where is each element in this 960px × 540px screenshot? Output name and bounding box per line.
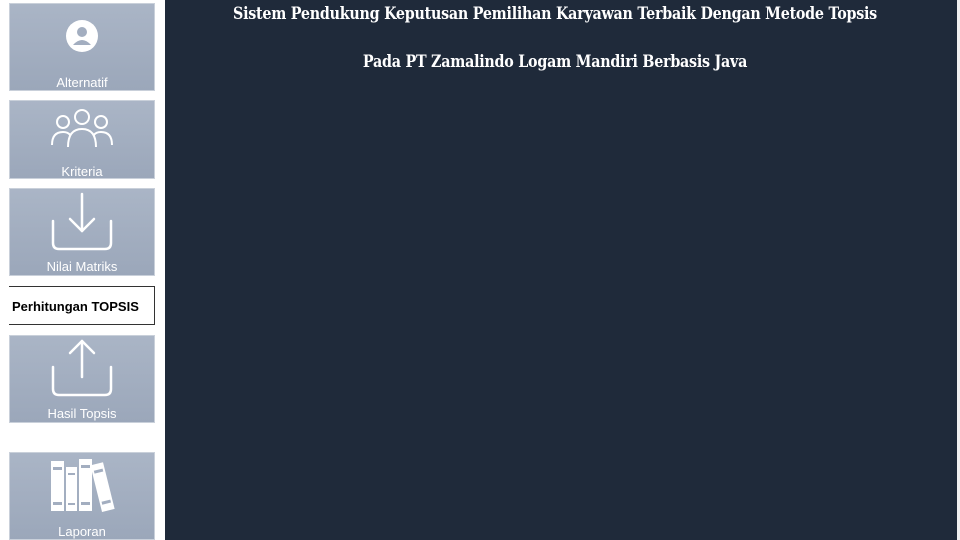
download-icon <box>10 191 154 251</box>
sidebar-item-label: Kriteria <box>61 164 103 179</box>
sidebar-item-label: Laporan <box>58 524 106 539</box>
sidebar-item-label: Alternatif <box>56 75 108 90</box>
sidebar-item-hasil-topsis[interactable]: Hasil Topsis <box>9 335 155 423</box>
sidebar-item-alternatif[interactable]: Alternatif <box>9 3 155 91</box>
users-group-icon <box>10 107 154 149</box>
sidebar-item-kriteria[interactable]: Kriteria <box>9 100 155 179</box>
user-circle-icon <box>10 19 154 53</box>
sidebar-item-perhitungan-topsis[interactable]: Perhitungan TOPSIS <box>9 286 155 325</box>
sidebar-item-label: Hasil Topsis <box>47 406 117 421</box>
sidebar-item-laporan[interactable]: Laporan <box>9 452 155 540</box>
books-icon <box>10 457 154 513</box>
page-title: Sistem Pendukung Keputusan Pemilihan Kar… <box>233 4 877 24</box>
sidebar: Alternatif Kriteria Nilai Matriks Perhit… <box>0 0 165 540</box>
app-window: Alternatif Kriteria Nilai Matriks Perhit… <box>0 0 960 540</box>
sidebar-item-label: Nilai Matriks <box>46 259 118 274</box>
sidebar-item-nilai-matriks[interactable]: Nilai Matriks <box>9 188 155 276</box>
sidebar-item-label: Perhitungan TOPSIS <box>12 299 139 314</box>
main-panel: Sistem Pendukung Keputusan Pemilihan Kar… <box>165 0 957 540</box>
upload-icon <box>10 337 154 397</box>
page-subtitle: Pada PT Zamalindo Logam Mandiri Berbasis… <box>362 52 748 72</box>
